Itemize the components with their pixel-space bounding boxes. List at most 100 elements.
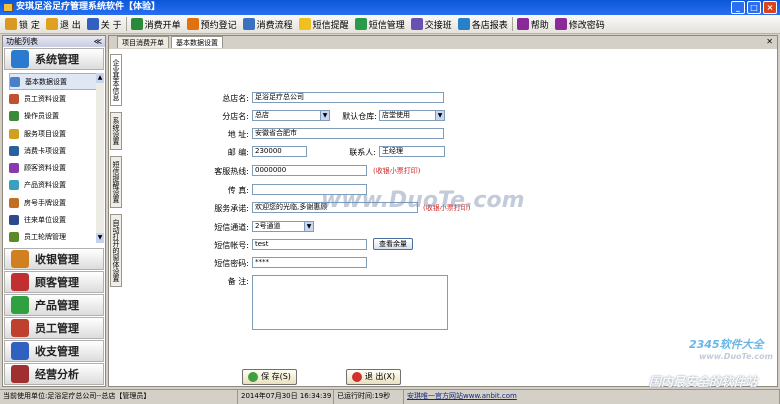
toolbar-item-2[interactable]: 关 于 bbox=[84, 16, 125, 33]
sidebar-subitem[interactable]: 消费卡项设置 bbox=[9, 142, 103, 159]
toolbar-label: 帮助 bbox=[530, 20, 549, 31]
category-label: 顾客管理 bbox=[35, 276, 79, 289]
toolbar-item-5[interactable]: 消费流程 bbox=[240, 16, 296, 33]
subitem-icon bbox=[9, 93, 19, 104]
vertical-tab-1[interactable]: 系统设置 bbox=[110, 112, 122, 150]
tab-0[interactable]: 项目消费开单 bbox=[117, 36, 169, 48]
toolbar-item-6[interactable]: 短信提醒 bbox=[296, 16, 352, 33]
hotline-input[interactable]: 0000000 bbox=[252, 165, 367, 176]
subitem-icon bbox=[9, 145, 19, 156]
watermark: www.DuoTe.com bbox=[321, 188, 525, 213]
promise-label: 服务承诺: bbox=[214, 204, 249, 213]
category-categories_top-0[interactable]: 系统管理 bbox=[4, 48, 104, 70]
subitem-label: 消费卡项设置 bbox=[24, 146, 66, 155]
close-button[interactable]: × bbox=[763, 1, 777, 14]
sidebar-subitem[interactable]: 员工资料设置 bbox=[9, 90, 103, 107]
action-bar: 保 存(S) 退 出(X) bbox=[108, 367, 778, 387]
toolbar-label: 预约登记 bbox=[200, 20, 237, 31]
tab-bar: 项目消费开单 基本数据设置 ✕ bbox=[109, 36, 777, 49]
scroll-down-icon[interactable]: ▼ bbox=[96, 233, 104, 243]
toolbar-item-11[interactable]: 修改密码 bbox=[552, 16, 608, 33]
toolbar-item-10[interactable]: 帮助 bbox=[514, 16, 552, 33]
category-label: 产品管理 bbox=[35, 299, 79, 312]
subitem-icon bbox=[9, 128, 19, 139]
status-site-link[interactable]: 安琪唯一官方网站www.anbit.com bbox=[404, 390, 780, 404]
branch-label: 分店名: bbox=[222, 112, 249, 121]
status-unit: 当前使用单位:足浴足疗总公司--总店【管理员】 bbox=[0, 390, 238, 404]
warehouse-label: 默认仓库: bbox=[342, 112, 377, 121]
sms-password-input[interactable]: **** bbox=[252, 257, 367, 268]
exit-icon bbox=[45, 18, 58, 30]
subitem-label: 房号手牌设置 bbox=[24, 198, 66, 207]
tab-close-icon[interactable]: ✕ bbox=[766, 37, 773, 46]
tab-1[interactable]: 基本数据设置 bbox=[171, 36, 223, 48]
branch-select[interactable]: 总店 ▼ bbox=[252, 110, 330, 121]
report-icon bbox=[457, 18, 470, 30]
subitem-label: 产品资料设置 bbox=[24, 181, 66, 190]
toolbar-item-4[interactable]: 预约登记 bbox=[184, 16, 240, 33]
toolbar-item-9[interactable]: 各店报表 bbox=[455, 16, 511, 33]
hotline-note: (收银小票打印) bbox=[373, 167, 421, 175]
sidebar-subitem[interactable]: 员工轮牌管理 bbox=[9, 229, 103, 246]
password-label: 短信密码: bbox=[214, 259, 249, 268]
exit-button[interactable]: 退 出(X) bbox=[346, 369, 401, 385]
warehouse-select[interactable]: 店堂使用 ▼ bbox=[379, 110, 445, 121]
category-categories_bottom-4[interactable]: 收支管理 bbox=[4, 340, 104, 362]
maximize-button[interactable]: □ bbox=[747, 1, 761, 14]
toolbar-item-8[interactable]: 交接班 bbox=[408, 16, 455, 33]
save-button[interactable]: 保 存(S) bbox=[242, 369, 297, 385]
save-label: 保 存(S) bbox=[261, 372, 291, 381]
sidebar-subitem[interactable]: 产品资料设置 bbox=[9, 177, 103, 194]
category-categories_bottom-3[interactable]: 员工管理 bbox=[4, 317, 104, 339]
main-area: 项目消费开单 基本数据设置 ✕ 企业基本信息 系统设置 短信提醒设置 自动打开的窗体设置 … bbox=[108, 35, 778, 389]
remark-textarea[interactable] bbox=[252, 275, 448, 330]
sidebar-subitem[interactable]: 房号手牌设置 bbox=[9, 194, 103, 211]
exit-icon bbox=[351, 372, 362, 382]
subitem-label: 员工轮牌管理 bbox=[24, 233, 66, 242]
subitem-label: 员工资料设置 bbox=[24, 94, 66, 103]
address-label: 地 址: bbox=[227, 130, 249, 139]
analysis-icon bbox=[11, 365, 29, 383]
toolbar-label: 锁 定 bbox=[19, 20, 40, 31]
minimize-button[interactable]: _ bbox=[731, 1, 745, 14]
toolbar-item-1[interactable]: 退 出 bbox=[43, 16, 84, 33]
category-categories_bottom-1[interactable]: 顾客管理 bbox=[4, 271, 104, 293]
check-balance-button[interactable]: 查看余量 bbox=[373, 238, 413, 250]
address-input[interactable]: 安徽省合肥市 bbox=[252, 128, 444, 139]
sms-account-input[interactable]: test bbox=[252, 239, 367, 250]
toolbar-item-0[interactable]: 锁 定 bbox=[2, 16, 43, 33]
watermark: www.DuoTe.com bbox=[699, 352, 773, 361]
panel-close-icon[interactable]: ≪ bbox=[94, 36, 102, 47]
window-title: 安琪足浴足疗管理系统软件【体验】 bbox=[16, 2, 161, 12]
account-label: 短信帐号: bbox=[214, 241, 249, 250]
sidebar-subitem[interactable]: 操作员设置 bbox=[9, 108, 103, 125]
contact-input[interactable]: 王经理 bbox=[379, 146, 445, 157]
sidebar-subitem[interactable]: 往来单位设置 bbox=[9, 211, 103, 228]
zip-input[interactable]: 230000 bbox=[252, 146, 307, 157]
status-elapsed: 已运行时间:19秒 bbox=[334, 390, 404, 404]
info-icon bbox=[86, 18, 99, 30]
scrollbar[interactable]: ▲ ▼ bbox=[96, 73, 104, 243]
category-categories_bottom-2[interactable]: 产品管理 bbox=[4, 294, 104, 316]
sidebar-subitem[interactable]: 顾客资料设置 bbox=[9, 159, 103, 176]
function-panel: 功能列表 ≪ 系统管理 基本数据设置 员工资料设置 操作员设置 服务项目设置 消费卡项设… bbox=[2, 35, 106, 387]
subitem-icon bbox=[9, 215, 19, 226]
subitem-icon bbox=[9, 111, 19, 122]
category-label: 收银管理 bbox=[35, 253, 79, 266]
sidebar-subitem[interactable]: 服务项目设置 bbox=[9, 125, 103, 142]
scroll-up-icon[interactable]: ▲ bbox=[96, 73, 104, 83]
window-buttons: _ □ × bbox=[731, 1, 777, 14]
sidebar-subitem[interactable]: 基本数据设置 bbox=[9, 73, 103, 91]
vertical-tab-3[interactable]: 自动打开的窗体设置 bbox=[110, 214, 122, 287]
channel-select[interactable]: 2号通道 ▼ bbox=[252, 221, 314, 232]
category-categories_bottom-0[interactable]: 收银管理 bbox=[4, 248, 104, 270]
category-categories_bottom-5[interactable]: 经营分析 bbox=[4, 363, 104, 385]
toolbar-item-7[interactable]: 短信管理 bbox=[352, 16, 408, 33]
cashier-icon bbox=[11, 250, 29, 268]
vertical-tab-2[interactable]: 短信提醒设置 bbox=[110, 156, 122, 208]
toolbar-item-3[interactable]: 消费开单 bbox=[128, 16, 184, 33]
store-name-input[interactable]: 足浴足疗总公司 bbox=[252, 92, 444, 103]
vertical-tab-0[interactable]: 企业基本信息 bbox=[110, 54, 122, 106]
subitem-label: 往来单位设置 bbox=[24, 216, 66, 225]
lock-icon bbox=[5, 18, 17, 30]
